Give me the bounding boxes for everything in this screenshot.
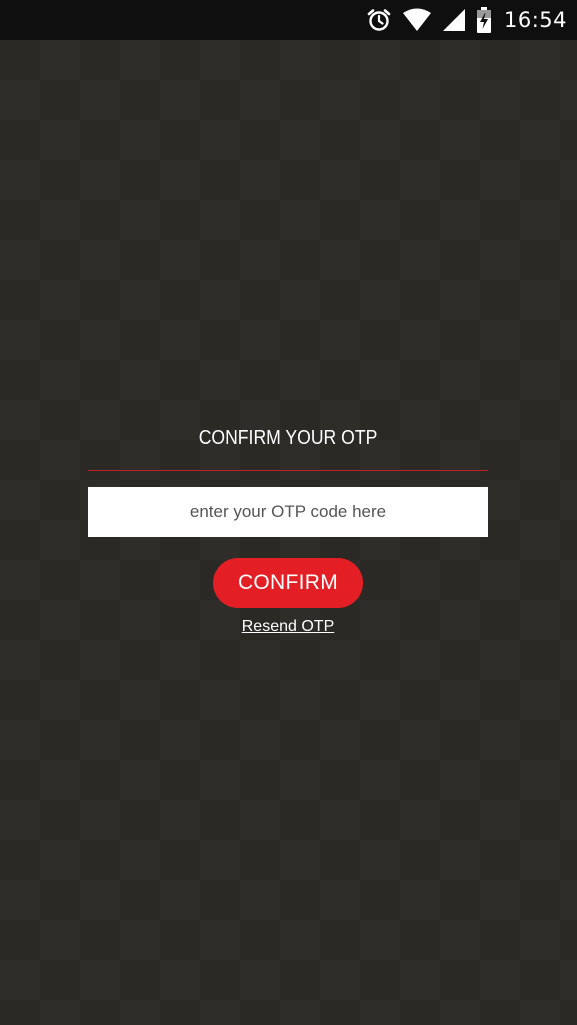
status-bar: 16:54: [0, 0, 577, 40]
alarm-icon: [366, 0, 392, 40]
otp-screen: 16:54 CONFIRM YOUR OTP CONFIRM Resend OT…: [0, 0, 577, 1025]
otp-form: CONFIRM YOUR OTP CONFIRM Resend OTP: [88, 420, 488, 636]
confirm-button[interactable]: CONFIRM: [213, 558, 363, 608]
wifi-icon: [402, 0, 432, 40]
otp-input[interactable]: [88, 487, 488, 537]
page-title: CONFIRM YOUR OTP: [198, 427, 378, 449]
status-clock: 16:54: [503, 8, 567, 32]
signal-icon: [442, 0, 466, 40]
title-divider: [88, 470, 488, 471]
battery-charging-icon: [476, 0, 492, 40]
resend-otp-link[interactable]: Resend OTP: [88, 618, 488, 636]
confirm-button-wrap: CONFIRM: [88, 558, 488, 608]
